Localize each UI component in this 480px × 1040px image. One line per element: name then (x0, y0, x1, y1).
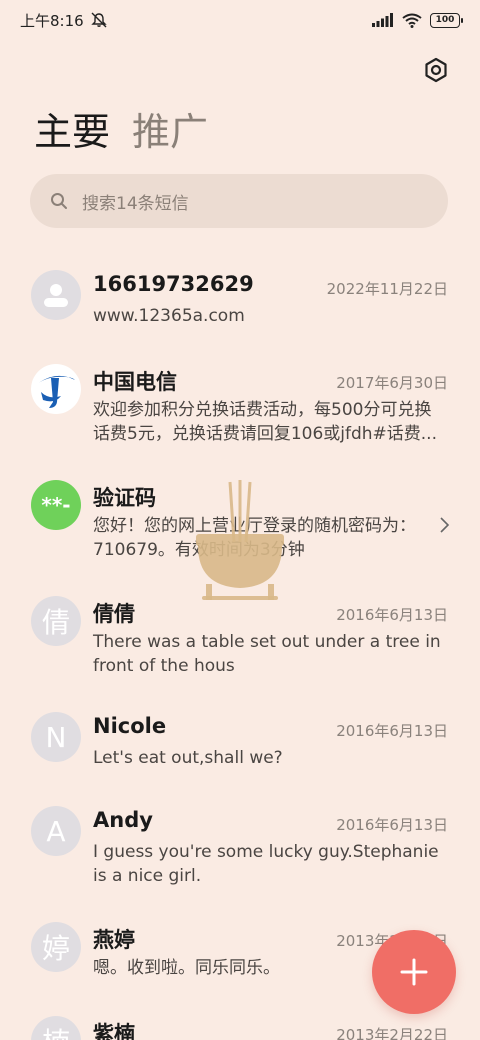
avatar (31, 270, 81, 320)
avatar: 倩 (31, 596, 81, 646)
sender-name: 验证码 (93, 486, 156, 510)
sender-name: 紫楠 (93, 1022, 135, 1040)
settings-hexagon-icon (425, 57, 447, 83)
message-date: 2016年6月13日 (336, 816, 448, 834)
message-item[interactable]: N Nicole 2016年6月13日 Let's eat out,shall … (0, 706, 480, 786)
message-date: 2013年2月22日 (336, 1026, 448, 1040)
sender-name: 16619732629 (93, 272, 254, 296)
status-bar: 上午8:16 100 (0, 0, 480, 40)
message-preview: Let's eat out,shall we? (93, 748, 283, 768)
chevron-right-icon (440, 517, 450, 533)
message-date: 2016年6月13日 (336, 606, 448, 624)
message-item[interactable]: 楠 紫楠 2013年2月22日 (0, 1010, 480, 1040)
message-item[interactable]: 倩 倩倩 2016年6月13日 There was a table set ou… (0, 590, 480, 690)
avatar: 婷 (31, 922, 81, 972)
battery-level: 100 (435, 15, 455, 25)
message-preview: www.12365a.com (93, 306, 245, 326)
message-item[interactable]: A Andy 2016年6月13日 I guess you're some lu… (0, 800, 480, 900)
battery-indicator: 100 (430, 12, 463, 28)
sender-name: Andy (93, 808, 153, 832)
avatar-text: 楠 (42, 1021, 70, 1040)
settings-button[interactable] (418, 52, 454, 88)
sender-name: 燕婷 (93, 928, 135, 952)
avatar (31, 364, 81, 414)
mute-bell-icon (90, 12, 107, 28)
avatar: 楠 (31, 1016, 81, 1040)
sender-name: 中国电信 (93, 370, 177, 394)
new-message-button[interactable] (372, 930, 456, 1014)
avatar-text: **- (41, 493, 71, 517)
avatar: **- (31, 480, 81, 530)
message-preview: I guess you're some lucky guy.Stephanie … (93, 842, 439, 886)
message-preview: There was a table set out under a tree i… (93, 632, 441, 676)
message-item[interactable]: 16619732629 2022年11月22日 www.12365a.com (0, 250, 480, 348)
plus-icon (400, 958, 428, 986)
status-time: 上午8:16 (20, 11, 84, 30)
message-preview: 欢迎参加积分兑换话费活动，每500分可兑换话费5元，兑换话费请回复106或jfd… (93, 400, 437, 444)
avatar-text: 婷 (41, 932, 70, 965)
incense-burner-icon (196, 480, 284, 600)
sender-name: 倩倩 (93, 602, 135, 626)
message-item[interactable]: 中国电信 2017年6月30日 欢迎参加积分兑换话费活动，每500分可兑换话费5… (0, 358, 480, 468)
tab-bar: 主要 推广 (34, 108, 208, 156)
message-date: 2017年6月30日 (336, 374, 448, 392)
tab-main[interactable]: 主要 (34, 108, 110, 156)
message-date: 2016年6月13日 (336, 722, 448, 740)
avatar-text: A (46, 814, 66, 848)
search-placeholder: 搜索14条短信 (82, 193, 189, 214)
tab-promo[interactable]: 推广 (132, 108, 208, 156)
avatar: N (31, 712, 81, 762)
signal-icon (372, 13, 393, 27)
search-bar[interactable]: 搜索14条短信 (30, 174, 448, 228)
avatar-text: 倩 (41, 606, 70, 639)
wifi-icon (402, 13, 422, 28)
avatar-text: N (45, 720, 67, 754)
avatar: A (31, 806, 81, 856)
person-icon (44, 284, 68, 307)
china-telecom-logo-icon (37, 375, 75, 408)
search-icon (51, 193, 67, 209)
message-date: 2022年11月22日 (326, 280, 448, 298)
sender-name: Nicole (93, 714, 167, 738)
